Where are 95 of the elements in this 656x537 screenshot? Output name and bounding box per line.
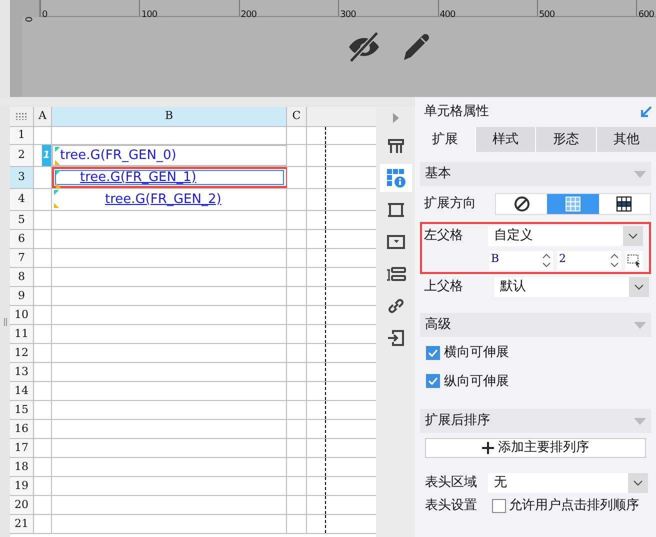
horizontal-expand-icon <box>616 196 632 212</box>
row-header[interactable]: 7 <box>10 249 34 267</box>
ruler-label: 200 <box>240 10 256 20</box>
spinner-arrows-icon <box>542 253 550 268</box>
checkbox-label: 横向可伸展 <box>444 344 509 362</box>
ruler-label: 400 <box>440 10 456 20</box>
row-header[interactable]: 21 <box>10 515 34 533</box>
ruler-label: 0 <box>42 10 48 20</box>
section-header[interactable]: 扩展后排序 <box>420 409 651 433</box>
table-cell[interactable]: tree.G(FR_GEN_2) <box>52 189 287 210</box>
row-header[interactable]: 17 <box>10 439 34 457</box>
sidebar-tab[interactable] <box>380 164 412 192</box>
row-header[interactable]: 8 <box>10 268 34 286</box>
pick-cell-button[interactable] <box>625 251 643 270</box>
cell-formula: tree.G(FR_GEN_0) <box>60 146 176 165</box>
section-header[interactable]: 基本 <box>420 162 651 186</box>
checkbox-label: 允许用户点击排列顺序 <box>509 497 639 515</box>
table-cell[interactable]: tree.G(FR_GEN_0) <box>52 145 287 166</box>
cell-marker-icon <box>56 170 62 188</box>
ruler-label: 300 <box>340 10 356 20</box>
chevron-down-icon <box>633 480 643 486</box>
plus-icon <box>482 442 494 454</box>
import-icon <box>386 329 404 347</box>
row-header[interactable]: 14 <box>10 382 34 400</box>
field-label: 左父格 <box>424 227 463 245</box>
cell-pick-icon <box>627 254 641 268</box>
field-label: 上父格 <box>424 278 463 296</box>
cell-formula: tree.G(FR_GEN_1) <box>80 168 196 187</box>
hidden-eye-icon[interactable] <box>346 31 381 63</box>
resize-handle-icon[interactable] <box>4 318 6 326</box>
no-expand-icon <box>514 196 530 212</box>
add-sort-button[interactable]: 添加主要排列序 <box>425 438 646 458</box>
field-label: 表头区域 <box>425 474 477 492</box>
ruler-label: 100 <box>141 10 158 20</box>
section-title: 扩展后排序 <box>425 412 490 430</box>
dropdown[interactable]: 无 <box>488 473 648 493</box>
table-layout-icon <box>386 137 404 155</box>
ruler-label: 500 <box>538 10 555 20</box>
tab[interactable]: 扩展 <box>415 127 474 152</box>
dropdown[interactable]: 默认 <box>494 277 649 297</box>
link-icon <box>386 297 404 315</box>
tab[interactable]: 其他 <box>596 127 656 152</box>
section-header[interactable]: 高级 <box>420 313 651 337</box>
checkbox-label: 纵向可伸展 <box>444 372 509 390</box>
row-header[interactable]: 1 <box>10 127 34 144</box>
form-icon <box>386 266 406 282</box>
row-header[interactable]: 16 <box>10 420 34 438</box>
column-spinner[interactable]: B <box>489 251 553 270</box>
row-header[interactable]: 4 <box>10 189 34 210</box>
chevron-down-icon <box>628 233 638 239</box>
checkbox[interactable] <box>426 346 440 360</box>
ruler-label: 0 <box>22 16 32 24</box>
row-header[interactable]: 18 <box>10 458 34 476</box>
panel-title: 单元格属性 <box>424 103 489 122</box>
row-header[interactable]: 6 <box>10 230 34 248</box>
cell-marker-icon <box>54 190 60 208</box>
table-cell[interactable]: tree.G(FR_GEN_1) <box>52 167 287 188</box>
field-label: 表头设置 <box>425 497 477 515</box>
vertical-expand-icon <box>564 196 581 212</box>
section-title: 基本 <box>425 165 451 184</box>
tab[interactable]: 样式 <box>476 127 535 152</box>
ruler-label: 600 <box>638 10 654 20</box>
column-header[interactable]: B <box>52 107 287 126</box>
column-header[interactable]: C <box>287 107 307 126</box>
row-header[interactable]: 13 <box>10 363 34 381</box>
dock-arrow-icon[interactable] <box>640 106 652 118</box>
collapse-icon <box>634 322 646 328</box>
frame-icon <box>386 201 404 219</box>
section-title: 高级 <box>425 316 451 334</box>
tab[interactable]: 形态 <box>536 127 596 152</box>
collapse-icon <box>634 418 646 424</box>
row-header[interactable]: 5 <box>10 211 34 229</box>
field-label: 扩展方向 <box>424 195 476 214</box>
expand-badge: 1 <box>42 145 51 166</box>
row-header[interactable]: 20 <box>10 496 34 514</box>
dropdown-widget-icon <box>386 234 404 250</box>
row-header[interactable]: 10 <box>10 306 34 324</box>
row-header[interactable]: 3 <box>10 167 34 188</box>
cell-marker-icon <box>55 147 61 165</box>
row-header[interactable]: 12 <box>10 344 34 362</box>
checkbox[interactable] <box>426 374 440 388</box>
cell-info-icon <box>386 168 406 188</box>
row-header[interactable]: 11 <box>10 325 34 343</box>
row-header[interactable]: 2 <box>10 145 34 166</box>
row-header[interactable]: 9 <box>10 287 34 305</box>
chevron-down-icon <box>634 284 644 290</box>
dropdown[interactable]: 自定义 <box>488 226 643 246</box>
row-header[interactable]: 19 <box>10 477 34 495</box>
spinner-arrows-icon <box>610 253 618 268</box>
row-spinner[interactable]: 2 <box>557 251 621 270</box>
row-header[interactable]: 15 <box>10 401 34 419</box>
cell-formula: tree.G(FR_GEN_2) <box>105 190 222 209</box>
collapse-icon <box>634 170 646 178</box>
grid-dots-icon <box>16 113 27 120</box>
checkbox[interactable] <box>492 498 506 513</box>
